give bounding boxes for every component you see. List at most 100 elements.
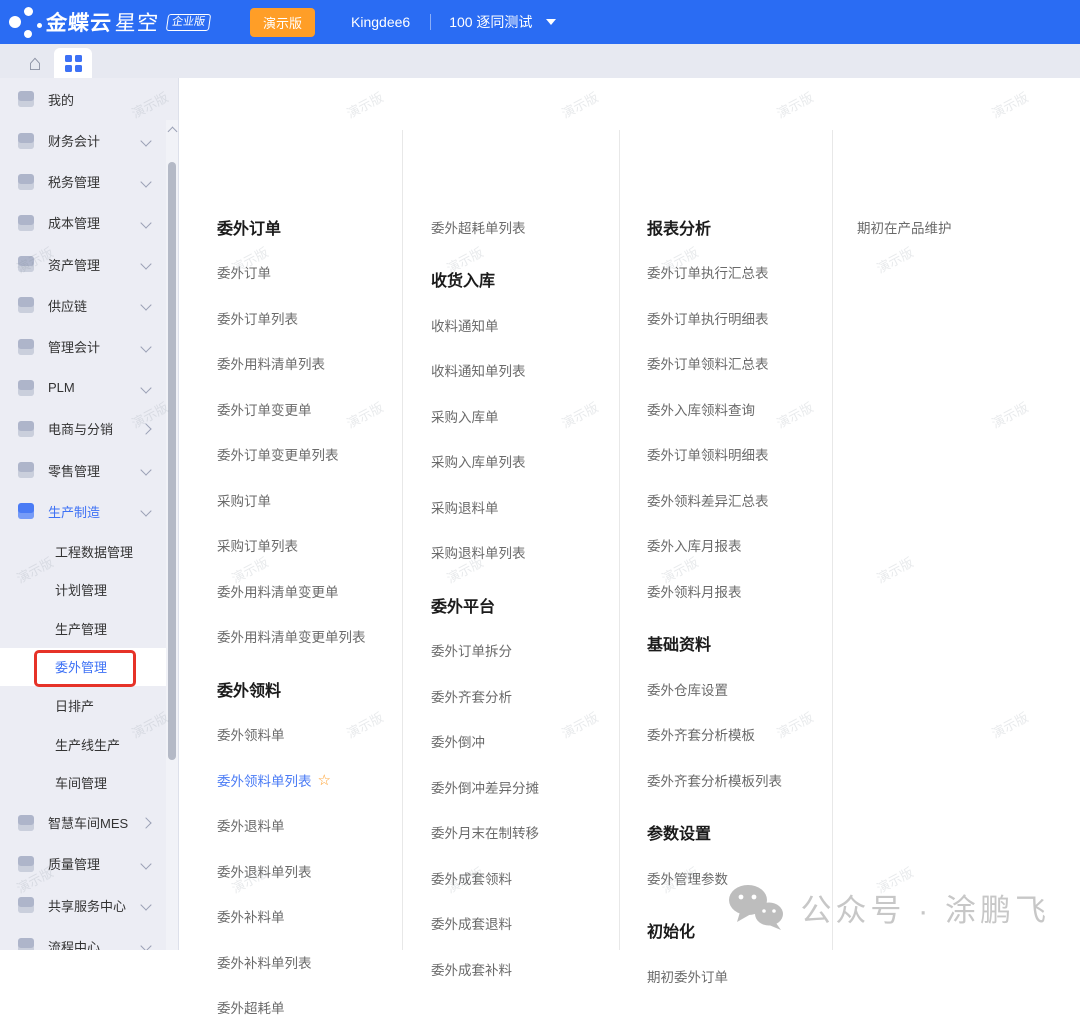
plm-icon [18,380,34,396]
menu-item[interactable]: 委外仓库设置 [647,666,847,712]
asset-icon [18,256,34,272]
sidebar-item-my[interactable]: 我的 [0,78,178,120]
menu-item[interactable]: 委外订单执行明细表 [647,295,847,341]
sidebar-scrollbar[interactable] [166,120,178,950]
menu-item[interactable]: 委外订单变更单列表 [217,432,417,478]
menu-item[interactable]: 委外用料清单变更单 [217,568,417,614]
menu-item[interactable]: 委外订单拆分 [431,628,631,674]
menu-item-label: 委外领料单列表 [217,770,312,790]
tab-home[interactable]: ⌂ [16,48,54,78]
sidebar-item[interactable]: 流程中心 [0,926,166,950]
sidebar-item[interactable]: 车间管理 [0,763,166,802]
sidebar-item[interactable]: 成本管理 [0,202,166,243]
menu-item-label: 委外补料单 [217,906,285,926]
menu-item[interactable]: 收料通知单 [431,302,631,348]
sidebar-item[interactable]: PLM [0,367,166,408]
chevron-right-icon [141,817,152,828]
menu-item[interactable]: 委外倒冲 [431,719,631,765]
sidebar-item-label: 质量管理 [48,854,128,873]
menu-item-label: 委外领料单 [217,724,285,744]
quality-icon [18,856,34,872]
menu-item[interactable]: 委外月末在制转移 [431,810,631,856]
menu-item[interactable]: 期初委外订单 [647,953,847,999]
menu-item[interactable]: 期初在产品维护 [857,204,1057,250]
tab-menu-active[interactable] [54,48,92,78]
menu-item[interactable]: 委外齐套分析模板 [647,712,847,758]
chevron-down-icon [140,217,151,228]
kingdee-logo-icon [4,2,44,42]
menu-item[interactable]: 委外退料单列表 [217,848,417,894]
sidebar-item[interactable]: 计划管理 [0,570,166,609]
menu-item[interactable]: 委外订单 [217,250,417,296]
menu-item-label: 委外退料单列表 [217,861,312,881]
menu-item[interactable]: 委外领料差异汇总表 [647,477,847,523]
menu-item[interactable]: 委外订单列表 [217,295,417,341]
menu-item[interactable]: 委外订单领料汇总表 [647,341,847,387]
menu-item[interactable]: 委外补料单 [217,894,417,940]
menu-item[interactable]: 委外齐套分析模板列表 [647,757,847,803]
demo-version-badge[interactable]: 演示版 [250,8,315,37]
org-selector[interactable]: 100 逐同测试 [449,12,532,32]
sidebar-item[interactable]: 电商与分销 [0,408,166,449]
sidebar-item[interactable]: 工程数据管理 [0,532,166,571]
menu-item[interactable]: 委外超耗单 [217,985,417,1030]
my-icon [18,91,34,107]
menu-item[interactable]: 收料通知单列表 [431,348,631,394]
sidebar-item[interactable]: 生产制造 [0,491,166,532]
menu-item[interactable]: 委外成套退料 [431,901,631,947]
menu-item[interactable]: 委外补料单列表 [217,939,417,985]
menu-item-label: 委外成套补料 [431,959,512,979]
menu-item-label: 委外成套领料 [431,868,512,888]
menu-item[interactable]: 采购订单列表 [217,523,417,569]
menu-item[interactable]: 采购入库单列表 [431,439,631,485]
menu-item[interactable]: 委外齐套分析 [431,673,631,719]
menu-item[interactable]: 委外退料单 [217,803,417,849]
menu-item[interactable]: 委外成套补料 [431,946,631,992]
menu-item[interactable]: 委外领料单 [217,712,417,758]
menu-item[interactable]: 委外领料月报表 [647,568,847,614]
menu-item-label: 委外入库月报表 [647,535,742,555]
menu-item[interactable]: 委外超耗单列表 [431,204,631,250]
menu-item[interactable]: 委外订单领料明细表 [647,432,847,478]
menu-item[interactable]: 采购入库单 [431,393,631,439]
caret-down-icon[interactable] [546,19,556,25]
favorite-star-icon[interactable]: ☆ [318,771,331,789]
sidebar-item[interactable]: 质量管理 [0,843,166,884]
menu-item-label: 委外订单拆分 [431,640,512,660]
sidebar-item[interactable]: 税务管理 [0,161,166,202]
menu-item[interactable]: 委外订单变更单 [217,386,417,432]
sidebar-item[interactable]: 智慧车间MES [0,802,166,843]
sidebar-item-selected[interactable]: 委外管理 [0,648,166,687]
menu-item[interactable]: 委外入库领料查询 [647,386,847,432]
menu-item[interactable]: 委外领料单列表 ☆ [217,757,417,803]
scrollbar-thumb[interactable] [168,162,176,760]
process-center-icon [18,938,34,950]
ecommerce-icon [18,421,34,437]
menu-item[interactable]: 委外成套领料 [431,855,631,901]
scrollbar-up-arrow-icon[interactable] [167,127,177,137]
menu-item[interactable]: 委外倒冲差异分摊 [431,764,631,810]
chevron-down-icon [140,176,151,187]
sidebar-item[interactable]: 供应链 [0,285,166,326]
sidebar-item[interactable]: 生产线生产 [0,725,166,764]
sidebar-item[interactable]: 管理会计 [0,326,166,367]
chevron-down-icon [140,135,151,146]
menu-item[interactable]: 采购退料单 [431,484,631,530]
menu-column-1: 委外订单委外订单委外订单列表委外用料清单列表委外订单变更单委外订单变更单列表采购… [217,78,417,1030]
sidebar-item[interactable]: 日排产 [0,686,166,725]
menu-item[interactable]: 采购订单 [217,477,417,523]
menu-item[interactable]: 采购退料单列表 [431,530,631,576]
supply-chain-icon [18,297,34,313]
sidebar-item-label: 零售管理 [48,461,128,480]
menu-item[interactable]: 委外用料清单变更单列表 [217,614,417,660]
sidebar-item[interactable]: 财务会计 [0,120,166,161]
menu-item[interactable]: 委外管理参数 [647,855,847,901]
menu-item[interactable]: 委外用料清单列表 [217,341,417,387]
sidebar-item[interactable]: 共享服务中心 [0,884,166,925]
menu-item-label: 委外用料清单列表 [217,353,325,373]
menu-item[interactable]: 委外订单执行汇总表 [647,250,847,296]
sidebar-item[interactable]: 生产管理 [0,609,166,648]
menu-item[interactable]: 委外入库月报表 [647,523,847,569]
sidebar-item[interactable]: 零售管理 [0,450,166,491]
sidebar-item[interactable]: 资产管理 [0,244,166,285]
